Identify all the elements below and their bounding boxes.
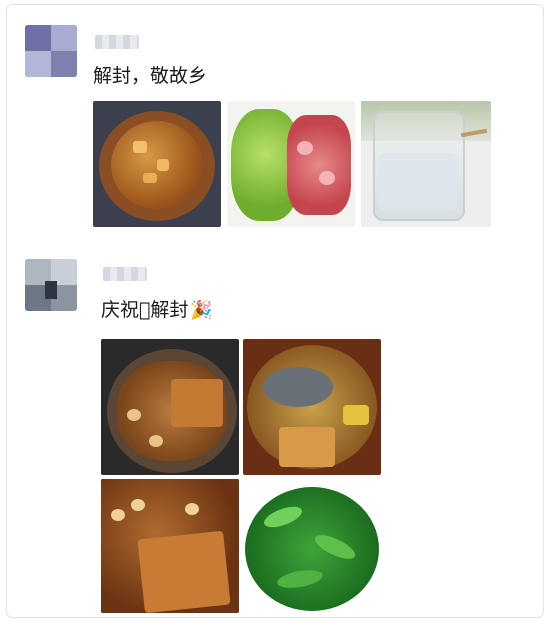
tofu-peanut-photo[interactable]	[101, 479, 239, 613]
post-text: 庆祝􀀀解封 🎉	[101, 295, 213, 322]
liquor-glass-photo[interactable]	[361, 101, 491, 227]
fish-stew-photo[interactable]	[243, 339, 381, 475]
greens-photo[interactable]	[243, 479, 381, 613]
user-avatar[interactable]	[25, 25, 77, 77]
moments-feed: 解封，敬故乡	[6, 4, 544, 618]
user-avatar[interactable]	[25, 259, 77, 311]
username-blurred[interactable]	[95, 35, 139, 49]
braised-tofu-photo[interactable]	[101, 339, 239, 475]
username-blurred[interactable]	[103, 267, 147, 281]
post-text: 解封，敬故乡	[93, 65, 208, 87]
stew-pot-photo[interactable]	[93, 101, 221, 227]
party-popper-icon: 🎉	[190, 300, 213, 321]
pepper-sausage-photo[interactable]	[227, 101, 355, 227]
post-text-content: 庆祝􀀀解封	[101, 299, 189, 321]
